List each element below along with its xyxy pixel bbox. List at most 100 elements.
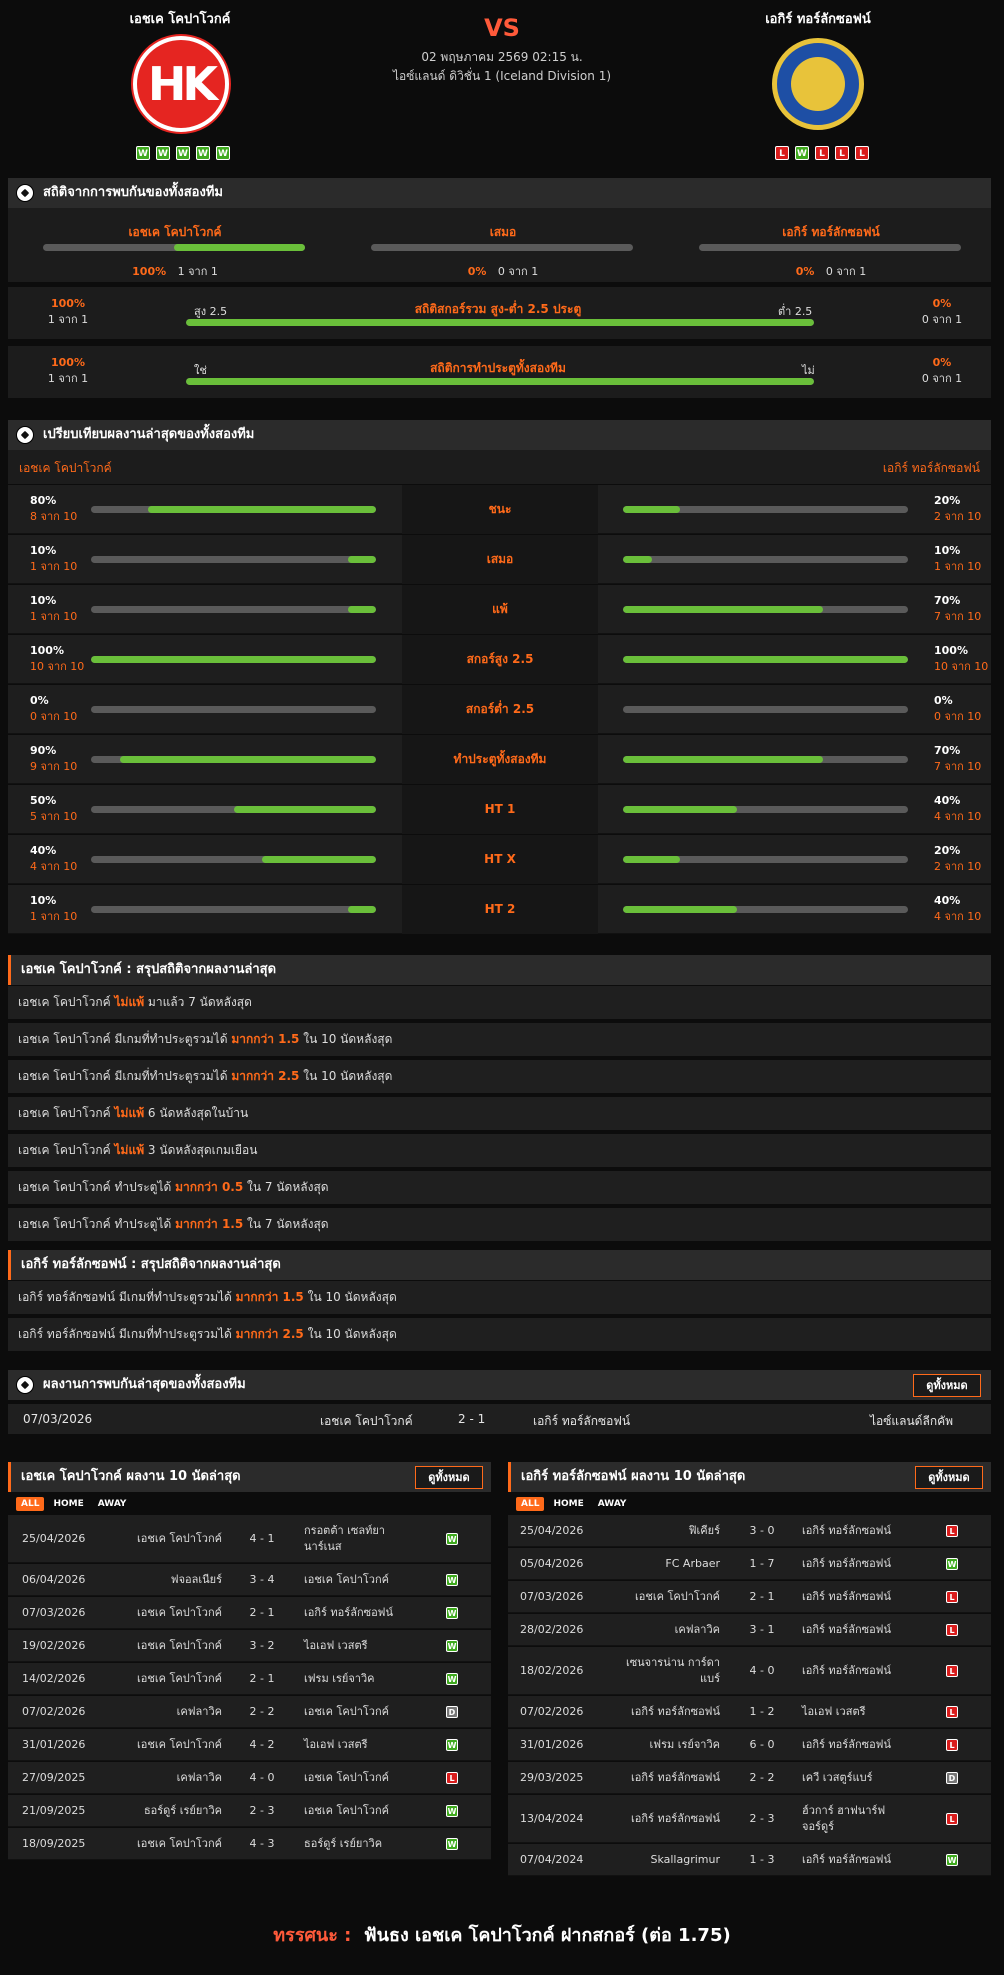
home-stat-bar [91, 906, 376, 913]
away-count: 4 จาก 10 [934, 910, 982, 923]
home-team-name[interactable]: เอชเค โคปาโวกค์ [70, 8, 290, 29]
result-badge: W [446, 1574, 458, 1586]
result-badge: W [946, 1558, 958, 1570]
match-score: 3 - 2 [249, 1639, 275, 1652]
compare-row: 80% 8 จาก 10 ชนะ 20% 2 จาก 10 [8, 485, 991, 534]
match-score: 2 - 1 [749, 1590, 775, 1603]
summary-row: เอกิร์ ทอร์ลักซอฟน์ มีเกมที่ทำประตูรวมได… [8, 1318, 991, 1351]
last-meet-view-all-button[interactable]: ดูทั้งหมด [913, 1374, 981, 1397]
h2h-draw-pct: 0% [467, 265, 487, 278]
home-pct: 100% [30, 644, 64, 657]
match-row[interactable]: 07/02/2026 เอกิร์ ทอร์ลักซอฟน์ 1 - 2 ไอเอฟ … [508, 1696, 991, 1728]
match-row[interactable]: 13/04/2024 เอกิร์ ทอร์ลักซอฟน์ 2 - 3 ฮ์วการ… [508, 1795, 991, 1843]
verdict: ทรรศนะ : ฟันธง เอชเค โคปาโวกค์ ฝากสกอร์ … [0, 1920, 1004, 1949]
result-badge: W [446, 1673, 458, 1685]
match-row[interactable]: 14/02/2026 เอชเค โคปาโวกค์ 2 - 1 เฟรม เรย์จ… [8, 1663, 491, 1695]
summary-highlight: มากกว่า 2.5 [231, 1069, 300, 1083]
tab-all[interactable]: ALL [516, 1497, 545, 1511]
btts-left-count: 1 จาก 1 [47, 372, 89, 385]
match-row[interactable]: 07/03/2026 เอชเค โคปาโวกค์ 2 - 1 เอกิร์ ทอร… [8, 1597, 491, 1629]
match-info: 02 พฤษภาคม 2569 02:15 น. ไอซ์แลนด์ ดิวิช… [352, 48, 652, 86]
h2h-draw-bar [371, 244, 633, 251]
match-row[interactable]: 06/04/2026 ฟจอลเนียร์ 3 - 4 เอชเค โคปาโวกค์… [8, 1564, 491, 1596]
form-badge: L [815, 146, 829, 160]
result-badge: L [946, 1624, 958, 1636]
home-stat-bar [91, 506, 376, 513]
result-badge: W [446, 1805, 458, 1817]
tab-home[interactable]: HOME [48, 1497, 88, 1511]
summary-text: 3 นัดหลังสุดเกมเยือน [144, 1143, 258, 1157]
match-row[interactable]: 07/02/2026 เคฟลาวิค 2 - 2 เอชเค โคปาโวกค์ D [8, 1696, 491, 1728]
summary-text: ใน 10 นัดหลังสุด [299, 1069, 393, 1083]
match-away: ไอเอฟ เวสตรี [304, 1639, 368, 1652]
home-summary-header: เอชเค โคปาโวกค์ : สรุปสถิติจากผลงานล่าสุ… [8, 955, 991, 985]
match-row[interactable]: 18/02/2026 เซนจารน่าน การ์ดา แบร์ 4 - 0 เอก… [508, 1647, 991, 1695]
vs-label: VS [484, 14, 520, 42]
away-team-name[interactable]: เอกิร์ ทอร์ลักซอฟน์ [708, 8, 928, 29]
compare-label: HT 2 [402, 885, 598, 934]
tab-away[interactable]: AWAY [93, 1497, 132, 1511]
summary-text: เอชเค โคปาโวกค์ ทำประตูได้ [18, 1217, 176, 1231]
result-badge: W [446, 1739, 458, 1751]
tab-away[interactable]: AWAY [593, 1497, 632, 1511]
summary-row: เอชเค โคปาโวกค์ ไม่แพ้ 6 นัดหลังสุดในบ้า… [8, 1097, 991, 1130]
home-last10-view-all-button[interactable]: ดูทั้งหมด [415, 1466, 483, 1489]
form-badge: W [795, 146, 809, 160]
home-team-logo[interactable]: HK [133, 36, 229, 132]
away-pct: 100% [934, 644, 968, 657]
away-count: 2 จาก 10 [934, 860, 982, 873]
last-meet-row[interactable]: 07/03/2026 เอชเค โคปาโวกค์ 2 - 1 เอกิร์ … [8, 1404, 991, 1434]
form-badge: W [156, 146, 170, 160]
summary-text: 6 นัดหลังสุดในบ้าน [144, 1106, 249, 1120]
match-row[interactable]: 19/02/2026 เอชเค โคปาโวกค์ 3 - 2 ไอเอฟ เวสต… [8, 1630, 491, 1662]
summary-highlight: มากกว่า 1.5 [231, 1032, 300, 1046]
h2h-title: สถิติจากการพบกันของทั้งสองทีม [43, 185, 223, 200]
match-row[interactable]: 31/01/2026 เฟรม เรย์จาวิค 6 - 0 เอกิร์ ทอร์… [508, 1729, 991, 1761]
result-badge: W [446, 1838, 458, 1850]
match-home: เคฟลาวิค [176, 1771, 222, 1784]
match-home: เซนจารน่าน การ์ดา แบร์ [625, 1656, 720, 1685]
compare-row: 100% 10 จาก 10 สกอร์สูง 2.5 100% 10 จาก 10 [8, 635, 991, 684]
tab-home[interactable]: HOME [548, 1497, 588, 1511]
match-row[interactable]: 28/02/2026 เคฟลาวิค 3 - 1 เอกิร์ ทอร์ลักซอฟ… [508, 1614, 991, 1646]
form-badge: W [176, 146, 190, 160]
match-row[interactable]: 29/03/2025 เอกิร์ ทอร์ลักซอฟน์ 2 - 2 เควี เ… [508, 1762, 991, 1794]
match-score: 2 - 3 [749, 1812, 775, 1825]
match-row[interactable]: 25/04/2026 เอชเค โคปาโวกค์ 4 - 1 กรอตต้า เซ… [8, 1515, 491, 1563]
tab-all[interactable]: ALL [16, 1497, 45, 1511]
match-row[interactable]: 27/09/2025 เคฟลาวิค 4 - 0 เอชเค โคปาโวกค์ L [8, 1762, 491, 1794]
match-row[interactable]: 18/09/2025 เอชเค โคปาโวกค์ 4 - 3 ธอร์ดูร์ เ… [8, 1828, 491, 1860]
home-count: 1 จาก 10 [30, 560, 78, 573]
home-pct: 10% [30, 894, 57, 907]
match-row[interactable]: 21/09/2025 ธอร์ดูร์ เรย์ยาวิค 2 - 3 เอชเค โ… [8, 1795, 491, 1827]
h2h-btts-box: 100% 1 จาก 1 ใช่ สถิติการทำประตูทั้งสองที… [8, 346, 991, 398]
away-pct: 20% [934, 494, 961, 507]
match-row[interactable]: 05/04/2026 FC Arbaer 1 - 7 เอกิร์ ทอร์ลักซอ… [508, 1548, 991, 1580]
match-away: กรอตต้า เซลท์ยา นาร์เนส [304, 1524, 385, 1553]
away-team-logo[interactable] [772, 38, 864, 130]
match-row[interactable]: 07/03/2026 เอชเค โคปาโวกค์ 2 - 1 เอกิร์ ทอร… [508, 1581, 991, 1613]
compare-row: 10% 1 จาก 10 HT 2 40% 4 จาก 10 [8, 885, 991, 934]
away-logo-emblem [791, 57, 845, 111]
last-meet-away: เอกิร์ ทอร์ลักซอฟน์ [533, 1414, 631, 1428]
summary-row: เอชเค โคปาโวกค์ มีเกมที่ทำประตูรวมได้ มา… [8, 1023, 991, 1056]
summary-text: เอกิร์ ทอร์ลักซอฟน์ มีเกมที่ทำประตูรวมได… [18, 1327, 236, 1341]
match-row[interactable]: 07/04/2024 Skallagrimur 1 - 3 เอกิร์ ทอร์ลั… [508, 1844, 991, 1876]
match-row[interactable]: 25/04/2026 ฟิเคียร์ 3 - 0 เอกิร์ ทอร์ลักซอฟ… [508, 1515, 991, 1547]
summary-text: ใน 10 นัดหลังสุด [299, 1032, 393, 1046]
match-row[interactable]: 31/01/2026 เอชเค โคปาโวกค์ 4 - 2 ไอเอฟ เวสต… [8, 1729, 491, 1761]
match-home: เอกิร์ ทอร์ลักซอฟน์ [631, 1705, 720, 1718]
away-count: 7 จาก 10 [934, 610, 982, 623]
h2h-draw-col: เสมอ 0% 0 จาก 1 [353, 208, 653, 280]
away-stat-bar [623, 506, 908, 513]
result-badge: W [946, 1854, 958, 1866]
summary-text: ใน 10 นัดหลังสุด [303, 1290, 397, 1304]
compare-section-header: เปรียบเทียบผลงานล่าสุดของทั้งสองทีม [8, 420, 991, 450]
home-logo-text: HK [147, 57, 218, 111]
away-count: 4 จาก 10 [934, 810, 982, 823]
summary-row: เอชเค โคปาโวกค์ ไม่แพ้ มาแล้ว 7 นัดหลังส… [8, 986, 991, 1019]
match-score: 2 - 2 [249, 1705, 275, 1718]
home-count: 1 จาก 10 [30, 910, 78, 923]
away-last10-view-all-button[interactable]: ดูทั้งหมด [915, 1466, 983, 1489]
match-league[interactable]: ไอซ์แลนด์ ดิวิชั่น 1 (Iceland Division 1… [352, 67, 652, 86]
